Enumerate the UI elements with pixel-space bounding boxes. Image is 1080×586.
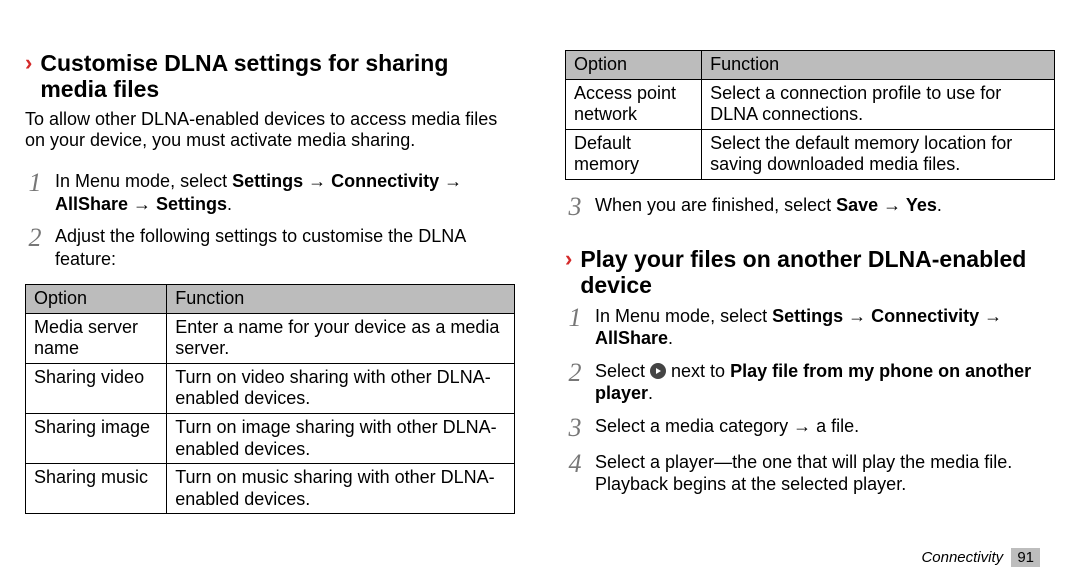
- step-number: 4: [565, 451, 585, 496]
- text: Select: [595, 361, 650, 381]
- text: .: [937, 195, 942, 215]
- section2-step1: 1 In Menu mode, select Settings → Connec…: [565, 305, 1055, 350]
- text: .: [648, 383, 653, 403]
- page-footer: Connectivity 91: [921, 549, 1040, 566]
- table-row: Default memory Select the default memory…: [566, 129, 1055, 179]
- cell: Default memory: [566, 129, 702, 179]
- cell: Turn on image sharing with other DLNA-en…: [167, 414, 515, 464]
- chevron-icon: ›: [565, 248, 572, 270]
- section2-step2: 2 Select next to Play file from my phone…: [565, 360, 1055, 405]
- step-text: In Menu mode, select Settings → Connecti…: [55, 170, 515, 215]
- section2-title: Play your files on another DLNA-enabled …: [580, 246, 1055, 299]
- section2-heading: › Play your files on another DLNA-enable…: [565, 246, 1055, 299]
- table-row: Access point network Select a connection…: [566, 79, 1055, 129]
- cell: Turn on video sharing with other DLNA-en…: [167, 363, 515, 413]
- options-table-1: Option Function Media server name Enter …: [25, 284, 515, 514]
- text: When you are finished, select: [595, 195, 836, 215]
- section1-title: Customise DLNA settings for sharing medi…: [40, 50, 515, 103]
- cell: Turn on music sharing with other DLNA-en…: [167, 464, 515, 514]
- step-number: 1: [565, 305, 585, 350]
- text: .: [227, 194, 232, 214]
- section1-heading: › Customise DLNA settings for sharing me…: [25, 50, 515, 103]
- cell: Sharing video: [26, 363, 167, 413]
- table-row: Media server name Enter a name for your …: [26, 313, 515, 363]
- text: In Menu mode, select: [595, 306, 772, 326]
- th-option: Option: [566, 51, 702, 80]
- step-number: 3: [565, 415, 585, 441]
- step-text: When you are finished, select Save → Yes…: [595, 194, 1055, 220]
- th-function: Function: [167, 285, 515, 314]
- text: In Menu mode, select: [55, 171, 232, 191]
- step-number: 3: [565, 194, 585, 220]
- section2-step4: 4 Select a player—the one that will play…: [565, 451, 1055, 496]
- step-text: Select a media category → a file.: [595, 415, 1055, 441]
- th-function: Function: [702, 51, 1055, 80]
- step-number: 1: [25, 170, 45, 215]
- table-row: Sharing music Turn on music sharing with…: [26, 464, 515, 514]
- step-number: 2: [25, 225, 45, 270]
- section1-intro: To allow other DLNA-enabled devices to a…: [25, 109, 515, 152]
- step-number: 2: [565, 360, 585, 405]
- play-icon: [650, 363, 666, 379]
- chevron-icon: ›: [25, 52, 32, 74]
- section1-step2: 2 Adjust the following settings to custo…: [25, 225, 515, 270]
- cell: Media server name: [26, 313, 167, 363]
- th-option: Option: [26, 285, 167, 314]
- step-text: Select next to Play file from my phone o…: [595, 360, 1055, 405]
- step-text: In Menu mode, select Settings → Connecti…: [595, 305, 1055, 350]
- footer-section: Connectivity: [921, 549, 1003, 566]
- left-column: › Customise DLNA settings for sharing me…: [25, 50, 515, 566]
- cell: Sharing music: [26, 464, 167, 514]
- options-table-2: Option Function Access point network Sel…: [565, 50, 1055, 180]
- cell: Select a connection profile to use for D…: [702, 79, 1055, 129]
- step-text: Adjust the following settings to customi…: [55, 225, 515, 270]
- footer-page: 91: [1011, 548, 1040, 567]
- table-row: Sharing image Turn on image sharing with…: [26, 414, 515, 464]
- right-column: Option Function Access point network Sel…: [565, 50, 1055, 566]
- table-row: Sharing video Turn on video sharing with…: [26, 363, 515, 413]
- section1-step1: 1 In Menu mode, select Settings → Connec…: [25, 170, 515, 215]
- text: next to: [666, 361, 730, 381]
- step-text: Select a player—the one that will play t…: [595, 451, 1055, 496]
- cell: Sharing image: [26, 414, 167, 464]
- section2-step3: 3 Select a media category → a file.: [565, 415, 1055, 441]
- section1-step3: 3 When you are finished, select Save → Y…: [565, 194, 1055, 220]
- bold-path: Save → Yes: [836, 195, 937, 215]
- text: .: [668, 328, 673, 348]
- cell: Enter a name for your device as a media …: [167, 313, 515, 363]
- cell: Select the default memory location for s…: [702, 129, 1055, 179]
- cell: Access point network: [566, 79, 702, 129]
